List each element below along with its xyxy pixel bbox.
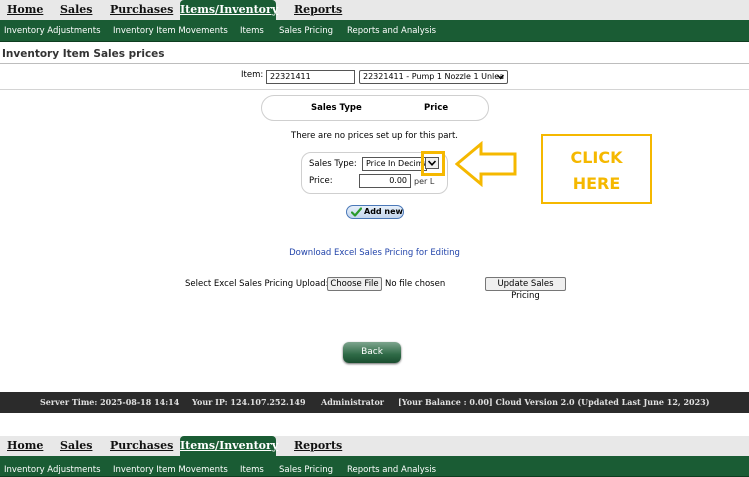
sub-nav: Inventory Adjustments Inventory Item Mov… [0,20,749,42]
callout-line1: CLICK [570,148,623,167]
item-select[interactable]: 22321411 - Pump 1 Nozzle 1 Unlea [359,70,508,84]
top-nav: Home Sales Purchases Items/Inventory Rep… [0,0,749,20]
subnav-items[interactable]: Items [240,20,264,42]
your-ip: Your IP: 124.107.252.149 [192,397,306,407]
status-bar: Server Time: 2025-08-18 14:14 Your IP: 1… [0,392,749,413]
sales-type-value: Price In Decima [366,159,427,168]
footer-spacer [0,413,749,436]
nav-home[interactable]: Home [7,436,43,456]
nav-items-inventory[interactable]: Items/Inventory [180,436,278,456]
add-new-button[interactable]: Add new [346,205,404,219]
subnav-inventory-adjustments[interactable]: Inventory Adjustments [4,20,101,42]
add-new-label: Add new [364,207,403,216]
item-select-value: 22321411 - Pump 1 Nozzle 1 Unlea [363,72,505,81]
price-input[interactable]: 0.00 [359,174,411,188]
sub-nav-repeat: Inventory Adjustments Inventory Item Mov… [0,456,749,477]
sales-type-select[interactable]: Price In Decima [362,157,427,171]
update-sales-pricing-button[interactable]: Update Sales Pricing [485,277,566,301]
col-sales-type: Sales Type [311,103,362,113]
nav-purchases[interactable]: Purchases [110,436,173,456]
highlight-box [421,151,445,176]
balance-version: [Your Balance : 0.00] Cloud Version 2.0 … [398,397,710,407]
subnav-reports-and-analysis[interactable]: Reports and Analysis [347,20,436,42]
nav-sales[interactable]: Sales [60,0,92,20]
nav-purchases[interactable]: Purchases [110,0,173,20]
nav-items-inventory[interactable]: Items/Inventory [180,0,278,20]
nav-reports[interactable]: Reports [294,436,342,456]
callout-line2: HERE [572,174,621,193]
arrow-left-icon [455,141,517,187]
back-button[interactable]: Back [343,342,401,363]
subnav-items[interactable]: Items [240,456,264,477]
item-label: Item: [241,70,264,80]
subnav-inventory-item-movements[interactable]: Inventory Item Movements [113,456,228,477]
page-title: Inventory Item Sales prices [2,48,165,60]
col-price: Price [424,103,449,113]
click-here-callout: CLICK HERE [541,134,652,204]
nav-home[interactable]: Home [7,0,43,20]
user-name: Administrator [321,397,385,407]
sales-type-label: Sales Type: [309,159,357,169]
nav-sales[interactable]: Sales [60,436,92,456]
top-nav-repeat: Home Sales Purchases Items/Inventory Rep… [0,436,749,456]
chevron-down-icon [497,74,504,80]
nav-reports[interactable]: Reports [294,0,342,20]
item-code-input[interactable]: 22321411 [266,70,355,84]
title-divider [0,63,749,64]
no-file-text: No file chosen [385,279,446,289]
upload-label: Select Excel Sales Pricing Upload: [185,279,329,289]
download-excel-link[interactable]: Download Excel Sales Pricing for Editing [0,248,749,258]
subnav-reports-and-analysis[interactable]: Reports and Analysis [347,456,436,477]
unit-label: per L [414,177,435,186]
price-label: Price: [309,176,333,186]
subnav-sales-pricing[interactable]: Sales Pricing [279,456,333,477]
subnav-inventory-item-movements[interactable]: Inventory Item Movements [113,20,228,42]
choose-file-button[interactable]: Choose File [327,277,382,291]
checkmark-icon [351,207,362,217]
prices-table-header: Sales Type Price [261,95,489,121]
section-divider [0,89,749,90]
subnav-inventory-adjustments[interactable]: Inventory Adjustments [4,456,101,477]
subnav-sales-pricing[interactable]: Sales Pricing [279,20,333,42]
server-time: Server Time: 2025-08-18 14:14 [40,397,180,407]
